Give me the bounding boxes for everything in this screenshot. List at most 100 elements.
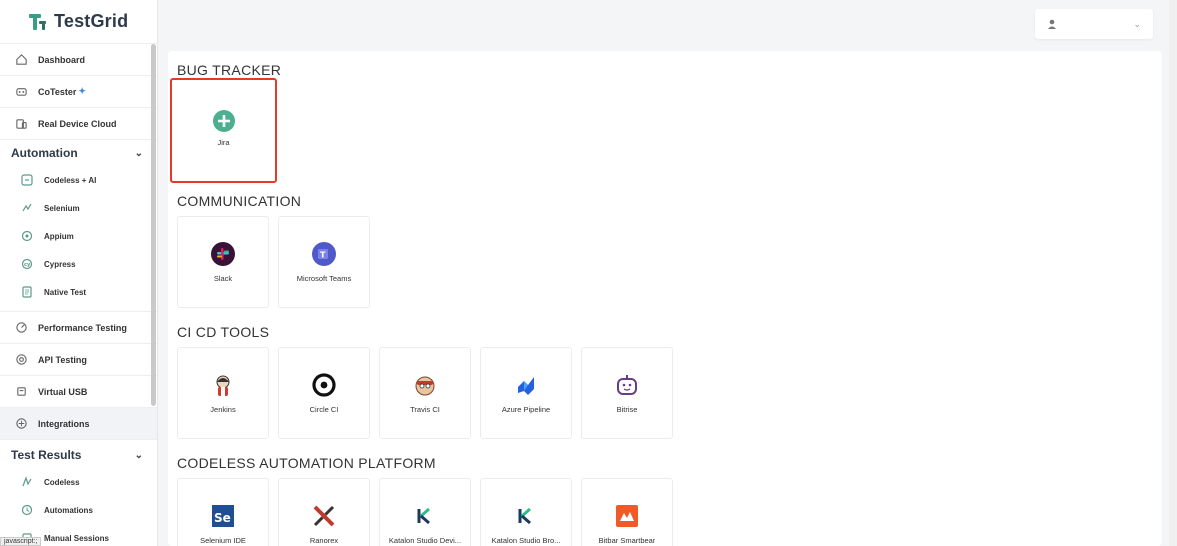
group-title-ci-cd-tools: CI CD TOOLS bbox=[177, 324, 270, 340]
sidebar-item-codeless[interactable]: Codeless bbox=[0, 468, 157, 496]
integration-card-katalon-studio-device[interactable]: Katalon Studio Devi... bbox=[379, 478, 471, 546]
sidebar-item-label: Integrations bbox=[38, 418, 90, 429]
sidebar-item-selenium[interactable]: Selenium bbox=[0, 194, 157, 222]
sidebar-item-label: Native Test bbox=[44, 287, 87, 297]
sidebar-item-integrations[interactable]: Integrations bbox=[0, 408, 157, 440]
section-title: Test Results bbox=[11, 448, 82, 462]
app-logo[interactable]: TestGrid bbox=[0, 0, 157, 44]
gauge-icon bbox=[14, 321, 28, 335]
group-title-bug-tracker: BUG TRACKER bbox=[177, 62, 282, 78]
native-test-icon bbox=[20, 285, 34, 299]
page-scrollbar[interactable] bbox=[1169, 0, 1177, 546]
sidebar-item-label: Virtual USB bbox=[38, 386, 88, 397]
integration-card-circle-ci[interactable]: Circle CI bbox=[278, 347, 370, 439]
sidebar-item-dashboard[interactable]: Dashboard bbox=[0, 44, 157, 76]
integration-card-jenkins[interactable]: Jenkins bbox=[177, 347, 269, 439]
integration-card-bitrise[interactable]: Bitrise bbox=[581, 347, 673, 439]
codeless-results-icon bbox=[20, 475, 34, 489]
sidebar-item-label: Dashboard bbox=[38, 54, 86, 65]
travis-icon bbox=[412, 372, 438, 398]
sidebar-item-cypress[interactable]: cy Cypress bbox=[0, 250, 157, 278]
integration-card-katalon-studio-browser[interactable]: Katalon Studio Bro... bbox=[480, 478, 572, 546]
integration-card-azure-pipeline[interactable]: Azure Pipeline bbox=[480, 347, 572, 439]
sidebar-item-label: CoTester bbox=[38, 86, 77, 97]
sidebar-item-label: API Testing bbox=[38, 354, 87, 365]
integration-name: Bitrise bbox=[616, 405, 638, 414]
api-icon bbox=[14, 353, 28, 367]
ranorex-icon bbox=[311, 503, 337, 529]
integration-card-travis-ci[interactable]: Travis CI bbox=[379, 347, 471, 439]
bitbar-icon bbox=[614, 503, 640, 529]
sidebar-item-automations[interactable]: Automations bbox=[0, 496, 157, 524]
integration-card-ranorex[interactable]: Ranorex bbox=[278, 478, 370, 546]
sidebar-item-appium[interactable]: Appium bbox=[0, 222, 157, 250]
integration-card-jira[interactable]: Jira bbox=[170, 78, 277, 183]
katalon-icon bbox=[513, 503, 539, 529]
app-name: TestGrid bbox=[54, 11, 129, 31]
sidebar-item-label: Selenium bbox=[44, 203, 80, 213]
user-menu-dropdown[interactable]: ⌄ bbox=[1035, 9, 1153, 39]
codeless-icon bbox=[20, 173, 34, 187]
jenkins-icon bbox=[210, 372, 236, 398]
sidebar-item-virtual-usb[interactable]: Virtual USB bbox=[0, 376, 157, 408]
devices-icon bbox=[14, 117, 28, 131]
sidebar-item-codeless-ai[interactable]: Codeless + AI bbox=[0, 166, 157, 194]
user-icon bbox=[1048, 19, 1056, 29]
integration-name: Katalon Studio Bro... bbox=[491, 536, 561, 545]
sparkle-icon: ✦ bbox=[78, 86, 86, 96]
slack-icon bbox=[210, 241, 236, 267]
robot-icon bbox=[14, 85, 28, 99]
sidebar-item-label: Automations bbox=[44, 505, 93, 515]
home-icon bbox=[14, 53, 28, 67]
section-title: Automation bbox=[11, 146, 78, 160]
sidebar-section-test-results[interactable]: Test Results ⌄ bbox=[0, 442, 157, 468]
sidebar-scrollbar[interactable] bbox=[151, 44, 156, 406]
sidebar-item-label: Manual Sessions bbox=[44, 533, 109, 543]
group-title-communication: COMMUNICATION bbox=[177, 193, 302, 209]
chevron-down-icon: ⌄ bbox=[1133, 18, 1141, 29]
sidebar-item-label: Codeless bbox=[44, 477, 80, 487]
integration-name: Jenkins bbox=[210, 405, 236, 414]
katalon-icon bbox=[412, 503, 438, 529]
integration-card-microsoft-teams[interactable]: T Microsoft Teams bbox=[278, 216, 370, 308]
integration-card-selenium-ide[interactable]: Se Selenium IDE bbox=[177, 478, 269, 546]
testgrid-logo-icon bbox=[29, 13, 46, 30]
integration-card-slack[interactable]: Slack bbox=[177, 216, 269, 308]
integration-name: Travis CI bbox=[410, 405, 440, 414]
sidebar-item-api-testing[interactable]: API Testing bbox=[0, 344, 157, 376]
sidebar-section-automation[interactable]: Automation ⌄ bbox=[0, 140, 157, 166]
sidebar-item-label: Appium bbox=[44, 231, 74, 241]
integration-name: Katalon Studio Devi... bbox=[388, 536, 462, 545]
integration-name: Circle CI bbox=[309, 405, 339, 414]
integration-card-bitbar-smartbear[interactable]: Bitbar Smartbear bbox=[581, 478, 673, 546]
integration-name: Jira bbox=[217, 138, 230, 147]
circleci-icon bbox=[311, 372, 337, 398]
group-title-codeless-automation-platform: CODELESS AUTOMATION PLATFORM bbox=[177, 455, 436, 471]
sidebar-item-cotester[interactable]: CoTester ✦ bbox=[0, 76, 157, 108]
selenium-icon bbox=[20, 201, 34, 215]
sidebar-item-performance-testing[interactable]: Performance Testing bbox=[0, 312, 157, 344]
selenium-ide-icon: Se bbox=[210, 503, 236, 529]
integration-name: Azure Pipeline bbox=[501, 405, 551, 414]
sidebar-item-label: Real Device Cloud bbox=[38, 118, 117, 129]
cypress-icon: cy bbox=[20, 257, 34, 271]
azure-icon bbox=[513, 372, 539, 398]
teams-icon: T bbox=[311, 241, 337, 267]
sidebar: TestGrid Dashboard CoTester ✦ Real Devic… bbox=[0, 0, 158, 546]
usb-icon bbox=[14, 385, 28, 399]
integration-name: Bitbar Smartbear bbox=[598, 536, 656, 545]
integration-name: Microsoft Teams bbox=[296, 274, 352, 283]
status-bar-url: javascript:; bbox=[0, 537, 42, 546]
sidebar-item-native-test[interactable]: Native Test bbox=[0, 278, 157, 306]
appium-icon bbox=[20, 229, 34, 243]
chevron-down-icon: ⌄ bbox=[134, 449, 143, 461]
sidebar-item-label: Cypress bbox=[44, 259, 76, 269]
sidebar-item-real-device-cloud[interactable]: Real Device Cloud bbox=[0, 108, 157, 140]
integration-name: Selenium IDE bbox=[200, 536, 246, 545]
sidebar-item-label: Performance Testing bbox=[38, 322, 127, 333]
add-icon bbox=[211, 108, 237, 134]
integrations-panel: BUG TRACKER Jira COMMUNICATION Slack T M… bbox=[168, 51, 1162, 546]
integration-name: Ranorex bbox=[309, 536, 339, 545]
integration-name: Slack bbox=[213, 274, 233, 283]
bitrise-icon bbox=[614, 372, 640, 398]
